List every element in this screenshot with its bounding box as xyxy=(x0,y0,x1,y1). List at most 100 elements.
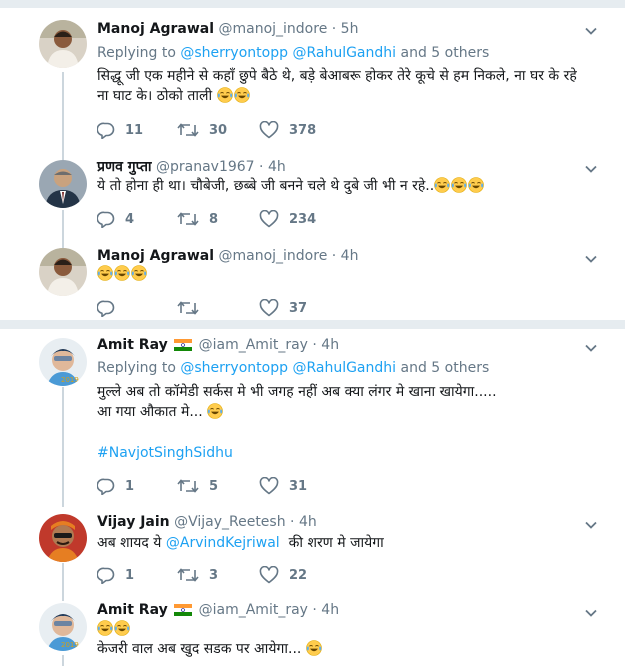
reply-button[interactable] xyxy=(97,298,125,318)
heart-icon[interactable] xyxy=(259,299,279,317)
retweet-button[interactable]: 3 xyxy=(177,565,218,585)
user-name[interactable]: Amit Ray xyxy=(97,337,168,353)
reply-count: 4 xyxy=(125,211,135,227)
replying-to-label: Replying to xyxy=(97,360,176,376)
retweet-count: 5 xyxy=(209,478,219,494)
reply-button[interactable]: 4 xyxy=(97,209,134,229)
user-handle[interactable]: @Vijay_Reetesh xyxy=(174,514,286,530)
timestamp[interactable]: · 5h xyxy=(332,21,359,37)
like-button[interactable]: 37 xyxy=(259,298,307,318)
user-handle[interactable]: @iam_Amit_ray xyxy=(199,602,308,618)
avatar[interactable] xyxy=(39,248,87,296)
retweet-icon[interactable] xyxy=(177,566,199,584)
timestamp[interactable]: · 4h xyxy=(332,248,359,264)
user-handle[interactable]: @iam_Amit_ray xyxy=(199,337,308,353)
tears-of-joy-emoji xyxy=(114,265,130,281)
reply-button[interactable]: 11 xyxy=(97,120,143,140)
tweet-text-line: ना घाट के। ठोको ताली xyxy=(97,86,587,106)
replying-to-others[interactable]: and 5 others xyxy=(401,45,490,61)
timestamp[interactable]: · 4h xyxy=(312,337,339,353)
heart-icon[interactable] xyxy=(259,121,279,139)
reply-button[interactable]: 1 xyxy=(97,565,134,585)
chevron-down-icon[interactable] xyxy=(585,25,597,37)
reply-icon[interactable] xyxy=(97,299,115,317)
tweet[interactable]: Manoj Agrawal @manoj_indore · 5h Replyin… xyxy=(0,0,625,155)
mention-link[interactable]: @RahulGandhi xyxy=(292,45,396,61)
tweet-text-line: केजरी वाल अब खुद सडक पर आयेगा... xyxy=(97,639,587,659)
avatar[interactable]: 2019 xyxy=(39,338,87,386)
chevron-down-icon[interactable] xyxy=(585,607,597,619)
tweet[interactable]: 2019 Amit Ray @iam_Amit_ray · 4h केजरी व… xyxy=(0,597,625,666)
retweet-icon[interactable] xyxy=(177,121,199,139)
reply-icon[interactable] xyxy=(97,121,115,139)
heart-icon[interactable] xyxy=(259,566,279,584)
user-handle[interactable]: @pranav1967 xyxy=(156,159,255,175)
avatar[interactable] xyxy=(39,20,87,68)
like-button[interactable]: 31 xyxy=(259,476,307,496)
reply-count: 1 xyxy=(125,478,135,494)
mention-link[interactable]: @ArvindKejriwal xyxy=(166,535,280,551)
tweet-header: प्रणव गुप्ता @pranav1967 · 4h xyxy=(97,157,286,176)
reply-count: 11 xyxy=(125,122,144,138)
like-button[interactable]: 22 xyxy=(259,565,307,585)
retweet-button[interactable]: 5 xyxy=(177,476,218,496)
mention-link[interactable]: @sherryontopp xyxy=(180,360,288,376)
user-name[interactable]: Amit Ray xyxy=(97,602,168,618)
user-name[interactable]: Vijay Jain xyxy=(97,514,170,530)
tweet-header: Manoj Agrawal @manoj_indore · 4h xyxy=(97,248,358,264)
chevron-down-icon[interactable] xyxy=(585,163,597,175)
tweet-header: Amit Ray @iam_Amit_ray · 4h xyxy=(97,602,339,618)
replying-to-label: Replying to xyxy=(97,45,176,61)
mention-link[interactable]: @sherryontopp xyxy=(180,45,288,61)
mention-link[interactable]: @RahulGandhi xyxy=(292,360,396,376)
retweet-icon[interactable] xyxy=(177,299,199,317)
india-flag-icon xyxy=(174,604,192,616)
user-handle[interactable]: @manoj_indore xyxy=(218,248,327,264)
tears-of-joy-emoji xyxy=(97,620,113,636)
retweet-button[interactable]: 30 xyxy=(177,120,227,140)
tweet[interactable]: Manoj Agrawal @manoj_indore · 4h 37 xyxy=(0,245,625,320)
reply-icon[interactable] xyxy=(97,210,115,228)
retweet-icon[interactable] xyxy=(177,477,199,495)
tweet-text-line xyxy=(97,619,587,639)
avatar[interactable] xyxy=(39,160,87,208)
retweet-count: 30 xyxy=(209,122,228,138)
tweet[interactable]: प्रणव गुप्ता @pranav1967 · 4h ये तो होना… xyxy=(0,155,625,245)
tweet[interactable]: 2019 Amit Ray @iam_Amit_ray · 4h Replyin… xyxy=(0,329,625,505)
avatar[interactable]: 2019 xyxy=(39,603,87,651)
reply-icon[interactable] xyxy=(97,566,115,584)
chevron-down-icon[interactable] xyxy=(585,519,597,531)
tweet-text-span: आ गया औकात मे... xyxy=(97,404,203,420)
retweet-button[interactable] xyxy=(177,298,209,318)
retweet-icon[interactable] xyxy=(177,210,199,228)
timestamp[interactable]: · 4h xyxy=(259,159,286,175)
retweet-count: 8 xyxy=(209,211,219,227)
reply-button[interactable]: 1 xyxy=(97,476,134,496)
reply-icon[interactable] xyxy=(97,477,115,495)
tweet-text-span: ये तो होना ही था। चौबेजी, छब्बे जी बनने … xyxy=(97,178,435,194)
user-name[interactable]: Manoj Agrawal xyxy=(97,248,214,264)
timestamp[interactable]: · 4h xyxy=(290,514,317,530)
tears-of-joy-emoji xyxy=(114,620,130,636)
tears-of-joy-emoji xyxy=(131,265,147,281)
user-name[interactable]: प्रणव गुप्ता xyxy=(97,159,152,175)
tweet-text-line: सिद्धू जी एक महीने से कहाँ छुपे बैठे थे,… xyxy=(97,68,577,84)
timestamp[interactable]: · 4h xyxy=(312,602,339,618)
chevron-down-icon[interactable] xyxy=(585,342,597,354)
hashtag-link[interactable]: #NavjotSinghSidhu xyxy=(97,443,587,463)
tweet-text: केजरी वाल अब खुद सडक पर आयेगा... xyxy=(97,619,587,659)
tweet-text-span: अब शायद ये xyxy=(97,535,162,551)
like-button[interactable]: 234 xyxy=(259,209,316,229)
replying-to-others[interactable]: and 5 others xyxy=(401,360,490,376)
heart-icon[interactable] xyxy=(259,210,279,228)
avatar[interactable] xyxy=(39,514,87,562)
tweet-text-line: अब शायद ये @ArvindKejriwal की शरण मे जाय… xyxy=(97,533,587,553)
retweet-button[interactable]: 8 xyxy=(177,209,218,229)
heart-icon[interactable] xyxy=(259,477,279,495)
tweet[interactable]: Vijay Jain @Vijay_Reetesh · 4h अब शायद य… xyxy=(0,505,625,597)
like-button[interactable]: 378 xyxy=(259,120,316,140)
user-name[interactable]: Manoj Agrawal xyxy=(97,21,214,37)
user-handle[interactable]: @manoj_indore xyxy=(218,21,327,37)
tears-of-joy-emoji xyxy=(97,265,113,281)
replying-to: Replying to @sherryontopp @RahulGandhi a… xyxy=(97,360,489,376)
